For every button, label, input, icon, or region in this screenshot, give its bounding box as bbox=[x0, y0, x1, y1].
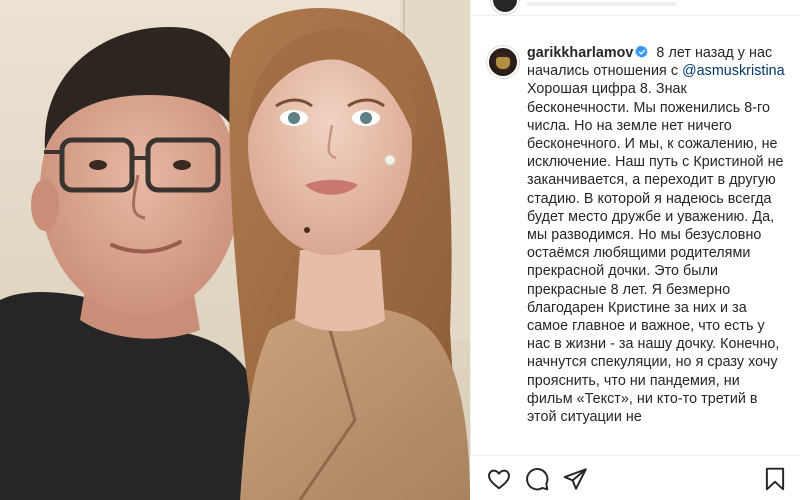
caption-body: Хорошая цифра 8. Знак бесконечности. Мы … bbox=[527, 81, 784, 426]
header-avatar[interactable] bbox=[491, 0, 519, 14]
selfie-illustration bbox=[0, 0, 470, 500]
username-link[interactable]: garikkharlamov bbox=[527, 45, 633, 61]
heart-icon bbox=[488, 469, 510, 490]
save-button[interactable] bbox=[762, 466, 788, 492]
avatar[interactable] bbox=[487, 46, 519, 78]
paper-plane-icon bbox=[563, 468, 587, 490]
header-username-placeholder bbox=[527, 2, 677, 6]
bookmark-icon bbox=[765, 467, 785, 491]
post-details-panel: garikkharlamov 8 лет назад у нас началис… bbox=[470, 0, 800, 500]
like-button[interactable] bbox=[486, 466, 512, 492]
post-actions-bar bbox=[470, 455, 800, 500]
comment-button[interactable] bbox=[524, 466, 550, 492]
verified-badge-icon bbox=[635, 45, 649, 58]
comment-icon bbox=[526, 468, 549, 491]
post-header-strip bbox=[471, 0, 800, 16]
caption-text: garikkharlamov 8 лет назад у нас началис… bbox=[527, 44, 787, 426]
mention-link[interactable]: @asmuskristina bbox=[682, 63, 785, 79]
post-photo bbox=[0, 0, 470, 500]
share-button[interactable] bbox=[562, 466, 588, 492]
